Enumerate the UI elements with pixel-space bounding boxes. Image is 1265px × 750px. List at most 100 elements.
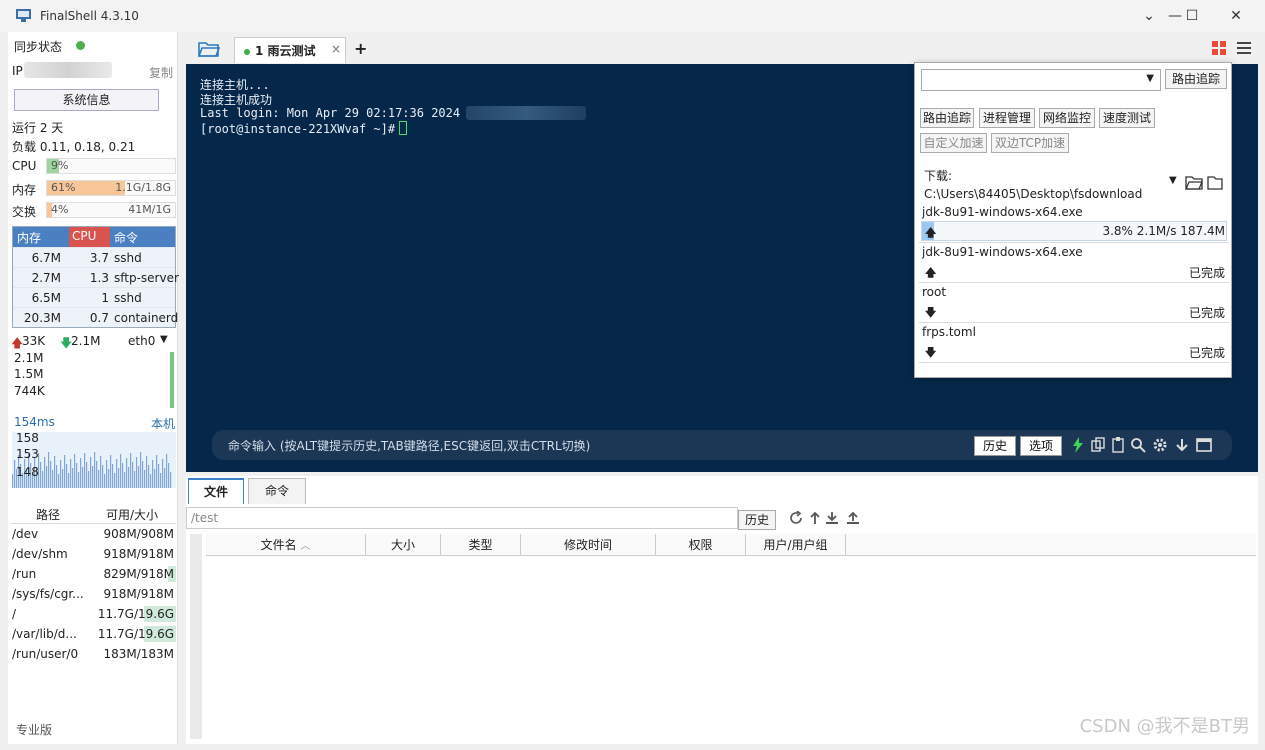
tab-session-1[interactable]: 1 雨云测试 × bbox=[234, 37, 346, 63]
chevron-down-icon[interactable]: ▼ bbox=[1169, 175, 1177, 186]
ping-bar bbox=[120, 454, 122, 488]
add-tab-button[interactable]: + bbox=[354, 39, 367, 58]
download-arrow-icon[interactable] bbox=[1174, 437, 1190, 453]
col-filename[interactable]: 文件名 ︿ bbox=[206, 534, 366, 556]
disk-row[interactable]: /dev 908M/908M bbox=[10, 524, 176, 544]
net-tick-3: 744K bbox=[14, 384, 45, 398]
ping-bar bbox=[100, 456, 102, 488]
dual-tcp-accel-button[interactable]: 双边TCP加速 bbox=[991, 133, 1069, 153]
lightning-icon[interactable] bbox=[1070, 437, 1086, 453]
ping-bar bbox=[170, 472, 172, 488]
col-modified[interactable]: 修改时间 bbox=[521, 534, 656, 556]
sort-asc-icon: ︿ bbox=[300, 541, 311, 552]
window-icon[interactable] bbox=[1196, 437, 1212, 453]
transfer-item[interactable]: jdk-8u91-windows-x64.exe 🡅 3.8% 2.1M/s 187… bbox=[919, 203, 1229, 243]
process-row[interactable]: 2.7M 1.3 sftp-server bbox=[13, 267, 179, 287]
ping-target[interactable]: 本机 bbox=[151, 415, 175, 432]
route-trace-run-button[interactable]: 路由追踪 bbox=[1165, 69, 1227, 89]
search-icon[interactable] bbox=[1130, 437, 1146, 453]
process-table[interactable]: 内存 CPU 命令 6.7M 3.7 sshd 2.7M 1.3 sftp-server 6… bbox=[12, 226, 179, 328]
disk-row[interactable]: / 11.7G/19.6G bbox=[10, 604, 176, 624]
process-mem: 2.7M bbox=[31, 271, 61, 285]
chevron-down-icon[interactable]: ▼ bbox=[160, 334, 168, 345]
hamburger-menu-icon[interactable] bbox=[1236, 40, 1252, 56]
path-history-button[interactable]: 历史 bbox=[738, 510, 776, 530]
folder-icon[interactable] bbox=[1207, 175, 1223, 190]
session-connected-dot bbox=[244, 49, 250, 55]
route-trace-button[interactable]: 路由追踪 bbox=[920, 108, 974, 128]
tab-commands[interactable]: 命令 bbox=[248, 478, 306, 504]
open-folder-icon[interactable] bbox=[198, 40, 220, 57]
col-cmd[interactable]: 命令 bbox=[114, 229, 138, 246]
chevron-down-icon[interactable]: ▼ bbox=[1146, 73, 1154, 84]
command-options-button[interactable]: 选项 bbox=[1020, 436, 1062, 456]
process-row[interactable]: 6.5M 1 sshd bbox=[13, 287, 175, 307]
disk-row[interactable]: /run 829M/918M bbox=[10, 564, 176, 584]
col-type[interactable]: 类型 bbox=[441, 534, 521, 556]
ping-bar bbox=[164, 468, 166, 488]
network-monitor-button[interactable]: 网络监控 bbox=[1039, 108, 1095, 128]
command-input-hint[interactable]: 命令输入 (按ALT键提示历史,TAB键路径,ESC键返回,双击CTRL切换) bbox=[228, 437, 590, 454]
download-arrow-icon: 🡇 bbox=[925, 306, 937, 319]
ping-bar bbox=[154, 469, 156, 488]
ping-tick-1: 158 bbox=[16, 431, 39, 445]
ping-bar bbox=[108, 469, 110, 488]
process-row[interactable]: 6.7M 3.7 sshd bbox=[13, 247, 175, 267]
metric-value: 1.1G/1.8G bbox=[115, 181, 171, 194]
download-arrow-icon: 🡇 bbox=[925, 346, 937, 359]
command-input-bar[interactable]: 命令输入 (按ALT键提示历史,TAB键路径,ESC键返回,双击CTRL切换) … bbox=[212, 430, 1232, 460]
col-size[interactable]: 大小 bbox=[366, 534, 441, 556]
net-down-value: 2.1M bbox=[71, 334, 101, 348]
disk-row[interactable]: /dev/shm 918M/918M bbox=[10, 544, 176, 564]
disk-size: 11.7G/19.6G bbox=[97, 627, 174, 641]
ping-bar bbox=[84, 453, 86, 488]
col-path[interactable]: 路径 bbox=[36, 506, 60, 523]
open-folder-icon[interactable] bbox=[1185, 175, 1203, 190]
refresh-icon[interactable] bbox=[789, 511, 803, 525]
transfer-filename: root bbox=[922, 285, 947, 299]
transfer-filename: jdk-8u91-windows-x64.exe bbox=[922, 245, 1083, 259]
close-tab-icon[interactable]: × bbox=[331, 42, 341, 56]
col-mem[interactable]: 内存 bbox=[17, 229, 41, 246]
transfer-item[interactable]: frps.toml 🡇 已完成 bbox=[919, 323, 1229, 363]
tab-files[interactable]: 文件 bbox=[188, 478, 244, 504]
copy-ip-link[interactable]: 复制 bbox=[149, 64, 173, 81]
transfer-item[interactable]: jdk-8u91-windows-x64.exe 🡅 已完成 bbox=[919, 243, 1229, 283]
ping-bar bbox=[50, 461, 52, 488]
process-row[interactable]: 20.3M 0.7 containerd bbox=[13, 307, 178, 327]
col-owner[interactable]: 用户/用户组 bbox=[746, 534, 846, 556]
disk-row[interactable]: /run/user/0 183M/183M bbox=[10, 644, 176, 664]
col-permissions[interactable]: 权限 bbox=[656, 534, 746, 556]
transfer-filename: jdk-8u91-windows-x64.exe bbox=[922, 205, 1083, 219]
collapse-chevron-icon[interactable]: ⌄ bbox=[1139, 6, 1159, 26]
col-size[interactable]: 可用/大小 bbox=[106, 506, 158, 523]
ping-bar bbox=[146, 456, 148, 488]
parent-dir-icon[interactable] bbox=[808, 511, 822, 525]
metric-percent: 4% bbox=[51, 203, 69, 216]
close-window-button[interactable]: ✕ bbox=[1226, 6, 1246, 26]
maximize-button[interactable]: ☐ bbox=[1182, 6, 1202, 26]
disk-row[interactable]: /var/lib/d... 11.7G/19.6G bbox=[10, 624, 176, 644]
upload-icon[interactable] bbox=[846, 511, 860, 525]
net-interface-select[interactable]: eth0 bbox=[128, 334, 155, 348]
paste-icon[interactable] bbox=[1110, 437, 1126, 453]
ping-bar bbox=[110, 455, 112, 488]
command-history-button[interactable]: 历史 bbox=[974, 436, 1016, 456]
download-icon[interactable] bbox=[825, 511, 839, 525]
speed-test-button[interactable]: 速度测试 bbox=[1099, 108, 1155, 128]
ping-bar bbox=[134, 471, 136, 488]
route-target-combo[interactable]: ▼ bbox=[921, 69, 1161, 91]
layout-grid-icon[interactable] bbox=[1211, 40, 1227, 56]
system-info-button[interactable]: 系统信息 bbox=[14, 89, 159, 111]
ping-bar bbox=[54, 456, 56, 488]
gear-icon[interactable] bbox=[1152, 437, 1168, 453]
copy-icon[interactable] bbox=[1090, 437, 1106, 453]
col-cpu[interactable]: CPU bbox=[69, 227, 110, 247]
directory-tree-pane[interactable] bbox=[190, 534, 202, 739]
disk-table[interactable]: 路径 可用/大小 /dev 908M/908M/dev/shm 918M/918M /… bbox=[10, 502, 176, 664]
transfer-item[interactable]: root 🡇 已完成 bbox=[919, 283, 1229, 323]
custom-accel-button[interactable]: 自定义加速 bbox=[920, 133, 987, 153]
disk-row[interactable]: /sys/fs/cgr... 918M/918M bbox=[10, 584, 176, 604]
process-manager-button[interactable]: 进程管理 bbox=[979, 108, 1035, 128]
remote-path-input[interactable]: /test bbox=[186, 507, 738, 529]
